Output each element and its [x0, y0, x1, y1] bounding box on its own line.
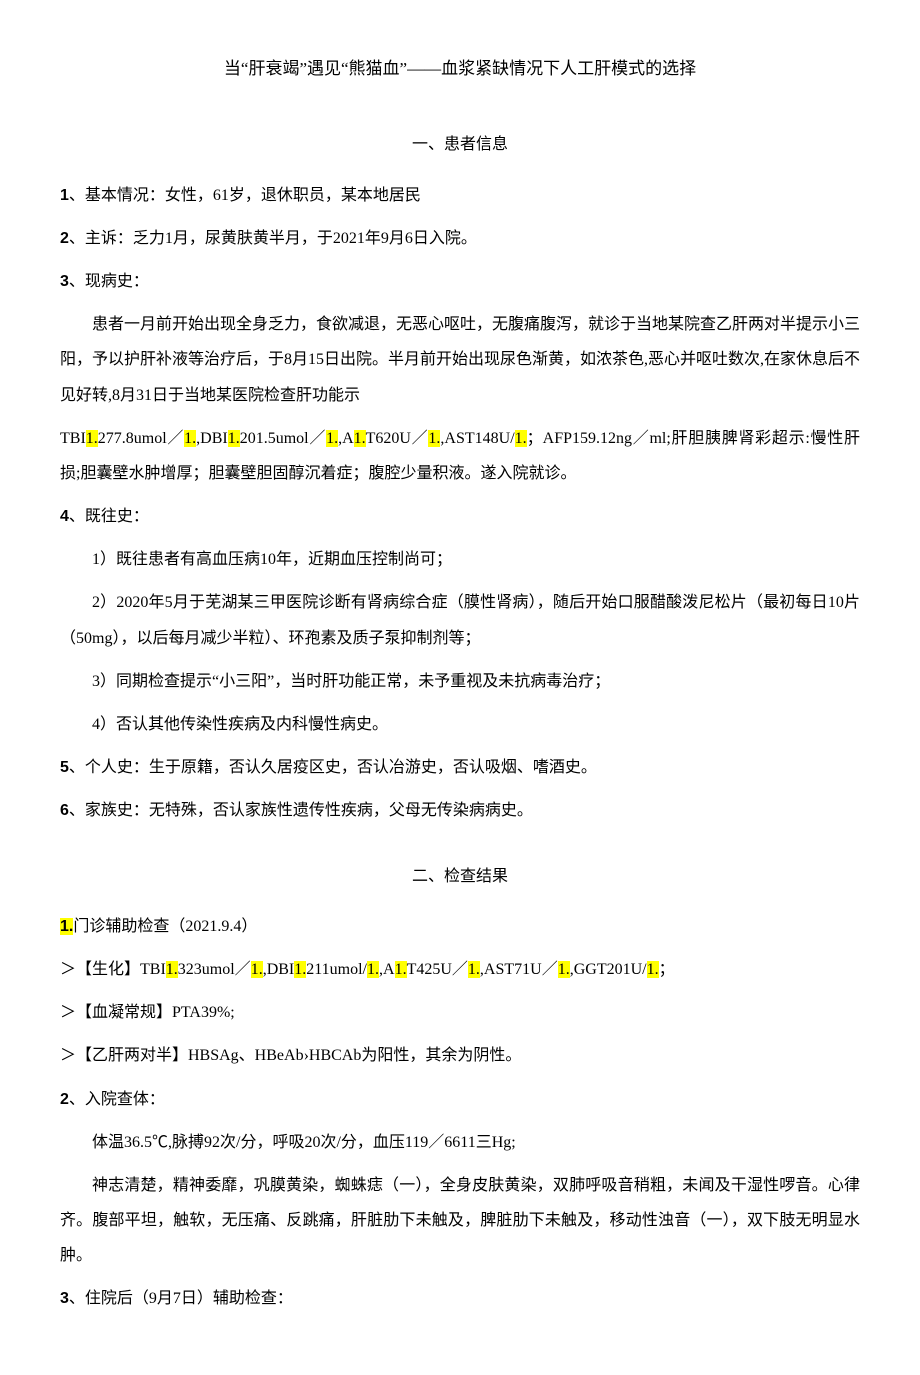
bio-text: ,AST71U／	[480, 961, 558, 978]
highlight: 1.	[354, 430, 366, 447]
item-family-history: 6、家族史：无特殊，否认家族性遗传性疾病，父母无传染病病史。	[60, 793, 860, 828]
bio-text: 323umol／	[178, 961, 251, 978]
past-history-3: 3）同期检查提示“小三阳”，当时肝功能正常，未予重视及未抗病毒治疗；	[60, 664, 860, 699]
section-1-heading: 一、患者信息	[60, 127, 860, 162]
lab-results-line: TBI1.277.8umol／1.,DBI1.201.5umol／1.,A1.T…	[60, 421, 860, 491]
highlight: 1.	[228, 430, 240, 447]
item-number: 2	[60, 230, 69, 247]
highlight: 1.	[251, 961, 263, 978]
hbv-line: ＞【乙肝两对半】HBSAg、HBeAb›HBCAb为阳性，其余为阴性。	[60, 1038, 860, 1073]
highlight: 1.	[326, 430, 338, 447]
highlight: 1.	[86, 430, 98, 447]
item-text: 、住院后（9月7日）辅助检查：	[69, 1290, 293, 1307]
item-inpatient-exam: 3、住院后（9月7日）辅助检查：	[60, 1281, 860, 1316]
item-text: 、现病史：	[69, 273, 149, 290]
present-illness-paragraph: 患者一月前开始出现全身乏力，食欲减退，无恶心呕吐，无腹痛腹泻，就诊于当地某院查乙…	[60, 307, 860, 413]
highlight: 1.	[468, 961, 480, 978]
lab-text: 277.8umol／	[98, 430, 184, 447]
item-text: 、主诉：乏力1月，尿黄肤黄半月，于2021年9月6日入院。	[69, 230, 477, 247]
bio-text: ,GGT201U/	[570, 961, 647, 978]
bio-text: ；	[659, 961, 675, 978]
lab-text: T620U／	[366, 430, 429, 447]
item-outpatient-exam: 1.门诊辅助检查（2021.9.4）	[60, 909, 860, 944]
item-number: 6	[60, 802, 69, 819]
vitals-line: 体温36.5℃,脉搏92次/分，呼吸20次/分，血压119／6611三Hg;	[60, 1125, 860, 1160]
physical-exam-paragraph: 神志清楚，精神委靡，巩膜黄染，蜘蛛痣（一），全身皮肤黄染，双肺呼吸音稍粗，未闻及…	[60, 1168, 860, 1274]
section-2-heading: 二、检查结果	[60, 859, 860, 894]
highlight: 1.	[515, 430, 527, 447]
highlight: 1.	[647, 961, 659, 978]
item-number: 1	[60, 187, 69, 204]
item-text: 门诊辅助检查（2021.9.4）	[73, 918, 257, 935]
highlight: 1.	[184, 430, 196, 447]
bio-text: 211umol/	[306, 961, 367, 978]
item-text: 、入院查体：	[69, 1091, 165, 1108]
lab-text: 201.5umol／	[240, 430, 326, 447]
item-chief-complaint: 2、主诉：乏力1月，尿黄肤黄半月，于2021年9月6日入院。	[60, 221, 860, 256]
item-text: 、个人史：生于原籍，否认久居疫区史，否认冶游史，否认吸烟、嗜酒史。	[69, 759, 597, 776]
item-text: 、家族史：无特殊，否认家族性遗传性疾病，父母无传染病病史。	[69, 802, 533, 819]
biochem-line: ＞【生化】TBI1.323umol／1.,DBI1.211umol/1.,A1.…	[60, 952, 860, 987]
item-number: 5	[60, 759, 69, 776]
highlight: 1.	[558, 961, 570, 978]
highlight: 1.	[166, 961, 178, 978]
item-text: 、既往史：	[69, 508, 149, 525]
item-personal-history: 5、个人史：生于原籍，否认久居疫区史，否认冶游史，否认吸烟、嗜酒史。	[60, 750, 860, 785]
item-number: 3	[60, 273, 69, 290]
item-number: 4	[60, 508, 69, 525]
highlight: 1.	[294, 961, 306, 978]
bio-text: ,A	[379, 961, 395, 978]
item-admission-exam: 2、入院查体：	[60, 1082, 860, 1117]
item-text: 、基本情况：女性，61岁，退休职员，某本地居民	[69, 187, 421, 204]
bio-text: ＞【生化】TBI	[60, 961, 166, 978]
coagulation-line: ＞【血凝常规】PTA39%;	[60, 995, 860, 1030]
highlight: 1.	[428, 430, 440, 447]
lab-text: ,AST148U/	[440, 430, 514, 447]
highlight: 1.	[367, 961, 379, 978]
document-title: 当“肝衰竭”遇见“熊猫血”——血浆紧缺情况下人工肝模式的选择	[60, 50, 860, 87]
item-number: 3	[60, 1290, 69, 1307]
past-history-4: 4）否认其他传染性疾病及内科慢性病史。	[60, 707, 860, 742]
lab-text: TBI	[60, 430, 86, 447]
lab-text: ,A	[338, 430, 354, 447]
history-text: 患者一月前开始出现全身乏力，食欲减退，无恶心呕吐，无腹痛腹泻，就诊于当地某院查乙…	[60, 316, 860, 403]
bio-text: ,DBI	[263, 961, 295, 978]
past-history-2: 2）2020年5月于芜湖某三甲医院诊断有肾病综合症（膜性肾病），随后开始口服醋酸…	[60, 585, 860, 655]
past-history-1: 1）既往患者有高血压病10年，近期血压控制尚可；	[60, 542, 860, 577]
item-basic-info: 1、基本情况：女性，61岁，退休职员，某本地居民	[60, 178, 860, 213]
highlight: 1.	[395, 961, 407, 978]
item-number: 2	[60, 1091, 69, 1108]
bio-text: T425U／	[407, 961, 468, 978]
lab-text: ,DBI	[196, 430, 228, 447]
item-past-history: 4、既往史：	[60, 499, 860, 534]
item-number-highlight: 1.	[60, 918, 73, 935]
item-present-illness: 3、现病史：	[60, 264, 860, 299]
